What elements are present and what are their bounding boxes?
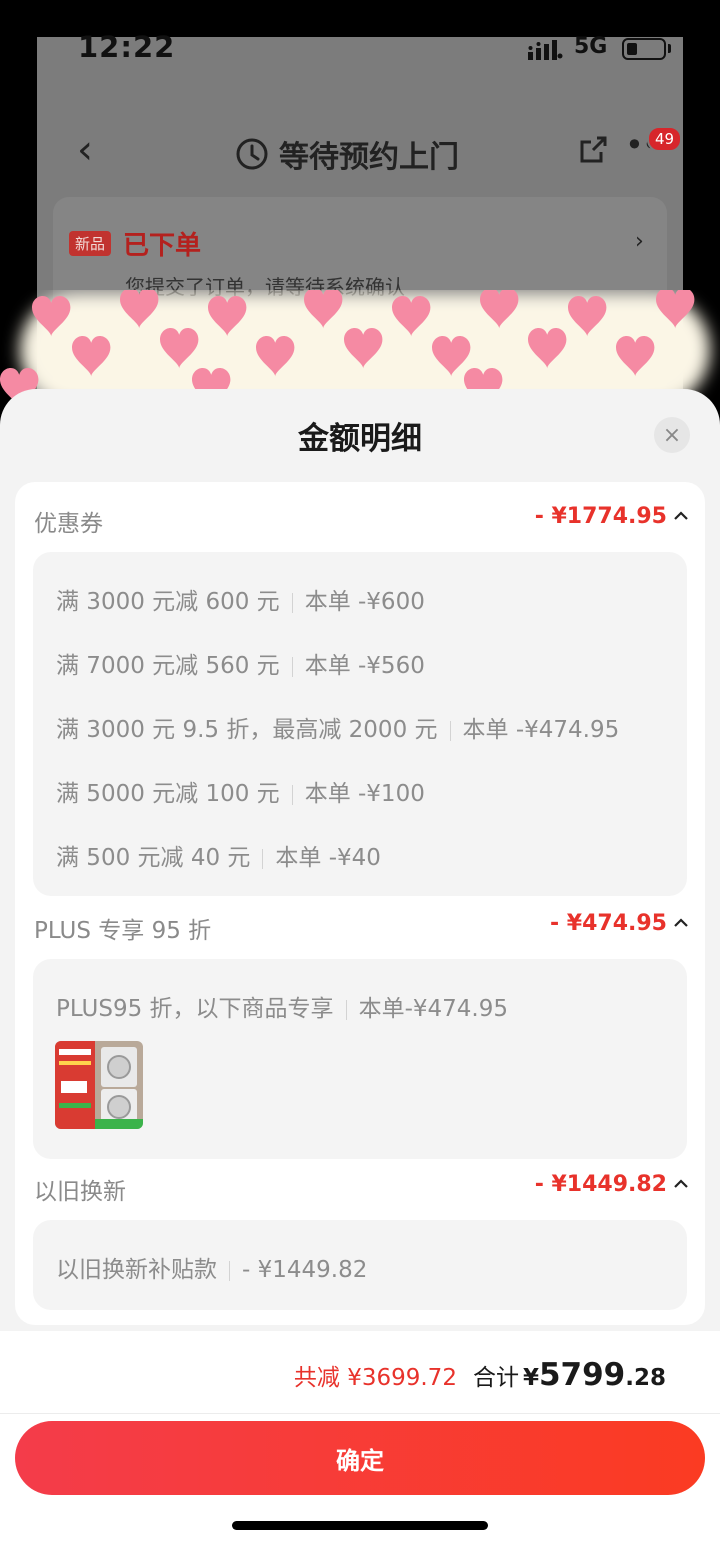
list-item: 满 500 元减 40 元本单 -¥40 bbox=[56, 838, 381, 872]
total-amount-decimal: .28 bbox=[625, 1365, 666, 1391]
discount-rule: PLUS95 折，以下商品专享 bbox=[56, 996, 334, 1022]
total-label: 合计 bbox=[472, 1365, 519, 1391]
chevron-up-icon[interactable] bbox=[673, 508, 689, 524]
divider bbox=[291, 656, 293, 677]
close-icon: × bbox=[662, 422, 682, 448]
section-header-tradein[interactable]: 以旧换新 - ¥1449.82 bbox=[15, 1168, 705, 1208]
discount-value: 本单 -¥600 bbox=[304, 589, 425, 615]
totals-row: 共减 ¥3699.72 合计 ¥ 5799 .28 bbox=[294, 1357, 666, 1393]
new-tag: 新品 bbox=[69, 231, 112, 256]
back-icon[interactable]: ‹ bbox=[77, 130, 93, 170]
network-type: 5G bbox=[574, 34, 608, 59]
section-header-plus[interactable]: PLUS 专享 95 折 - ¥474.95 bbox=[15, 907, 705, 947]
divider bbox=[291, 592, 293, 613]
section-title: 以旧换新 bbox=[34, 1179, 126, 1205]
chevron-up-icon[interactable] bbox=[673, 1176, 689, 1192]
battery-icon bbox=[622, 38, 666, 60]
discount-value: - ¥1449.82 bbox=[242, 1257, 368, 1283]
confirm-button[interactable]: 确定 bbox=[15, 1421, 705, 1495]
total-reduce: 共减 ¥3699.72 bbox=[293, 1365, 457, 1391]
section-title: 优惠券 bbox=[34, 511, 103, 537]
background-nav-bar: ‹ 等待预约上门 ••• 49 bbox=[37, 118, 683, 188]
status-bar: 12:22 5G bbox=[0, 28, 720, 72]
signal-icon bbox=[528, 40, 563, 60]
list-item: 以旧换新补贴款 - ¥1449.82 bbox=[56, 1250, 367, 1284]
detail-panel: 优惠券 - ¥1774.95 满 3000 元减 600 元本单 -¥600 满… bbox=[15, 482, 705, 1325]
message-badge: 49 bbox=[647, 126, 683, 152]
home-indicator[interactable] bbox=[232, 1521, 488, 1530]
close-button[interactable]: × bbox=[654, 417, 690, 453]
discount-rule: 以旧换新补贴款 bbox=[56, 1257, 217, 1283]
section-amount: - ¥1774.95 bbox=[534, 504, 667, 529]
divider bbox=[345, 999, 347, 1020]
discount-rule: 满 3000 元减 600 元 bbox=[56, 589, 280, 615]
divider bbox=[0, 1413, 720, 1414]
discount-rule: 满 5000 元减 100 元 bbox=[56, 781, 280, 807]
discount-rule: 满 7000 元减 560 元 bbox=[56, 653, 280, 679]
divider bbox=[229, 1260, 230, 1281]
discount-value: 本单 -¥40 bbox=[275, 845, 381, 871]
battery-tip bbox=[668, 44, 671, 53]
section-amount: - ¥1449.82 bbox=[534, 1172, 667, 1197]
total-amount-integer: 5799 bbox=[538, 1357, 626, 1393]
discount-rule: 满 500 元减 40 元 bbox=[56, 845, 251, 871]
discount-rule: 满 3000 元 9.5 折，最高减 2000 元 bbox=[56, 717, 438, 743]
divider bbox=[291, 784, 293, 805]
share-icon[interactable] bbox=[577, 134, 609, 166]
list-item: 满 3000 元减 600 元本单 -¥600 bbox=[56, 582, 425, 616]
clock-icon bbox=[236, 138, 268, 170]
sheet-title: 金额明细 bbox=[298, 421, 422, 457]
discount-value: 本单 -¥474.95 bbox=[462, 717, 620, 743]
product-thumbnail[interactable] bbox=[55, 1041, 143, 1129]
sheet-footer: 共减 ¥3699.72 合计 ¥ 5799 .28 确定 bbox=[0, 1331, 720, 1558]
chevron-right-icon: › bbox=[635, 229, 644, 254]
list-item: 满 7000 元减 560 元本单 -¥560 bbox=[56, 646, 425, 680]
divider bbox=[449, 720, 451, 741]
status-time: 12:22 bbox=[78, 30, 176, 64]
screen: 12:22 5G ‹ 等待预约上门 ••• 49 新品 bbox=[0, 0, 720, 1558]
section-header-coupons[interactable]: 优惠券 - ¥1774.95 bbox=[15, 500, 705, 540]
list-item: 满 3000 元 9.5 折，最高减 2000 元本单 -¥474.95 bbox=[56, 710, 619, 744]
currency-symbol: ¥ bbox=[522, 1365, 539, 1391]
list-item: PLUS95 折，以下商品专享 本单-¥474.95 bbox=[56, 989, 508, 1023]
section-amount: - ¥474.95 bbox=[550, 911, 667, 936]
nav-title-group: 等待预约上门 bbox=[235, 132, 459, 176]
plus-details-box: PLUS95 折，以下商品专享 本单-¥474.95 bbox=[33, 959, 687, 1159]
nav-title: 等待预约上门 bbox=[279, 140, 459, 175]
tradein-details-box: 以旧换新补贴款 - ¥1449.82 bbox=[33, 1220, 687, 1310]
discount-value: 本单-¥474.95 bbox=[358, 996, 508, 1022]
order-status: 已下单 bbox=[123, 231, 202, 261]
discount-value: 本单 -¥100 bbox=[304, 781, 425, 807]
section-title: PLUS 专享 95 折 bbox=[34, 918, 212, 944]
divider bbox=[262, 848, 264, 869]
coupon-details-box: 满 3000 元减 600 元本单 -¥600 满 7000 元减 560 元本… bbox=[33, 552, 687, 896]
chevron-up-icon[interactable] bbox=[673, 915, 689, 931]
discount-value: 本单 -¥560 bbox=[304, 653, 425, 679]
amount-detail-sheet: 金额明细 × 优惠券 - ¥1774.95 满 3000 元减 600 元本单 … bbox=[0, 389, 720, 1558]
list-item: 满 5000 元减 100 元本单 -¥100 bbox=[56, 774, 425, 808]
